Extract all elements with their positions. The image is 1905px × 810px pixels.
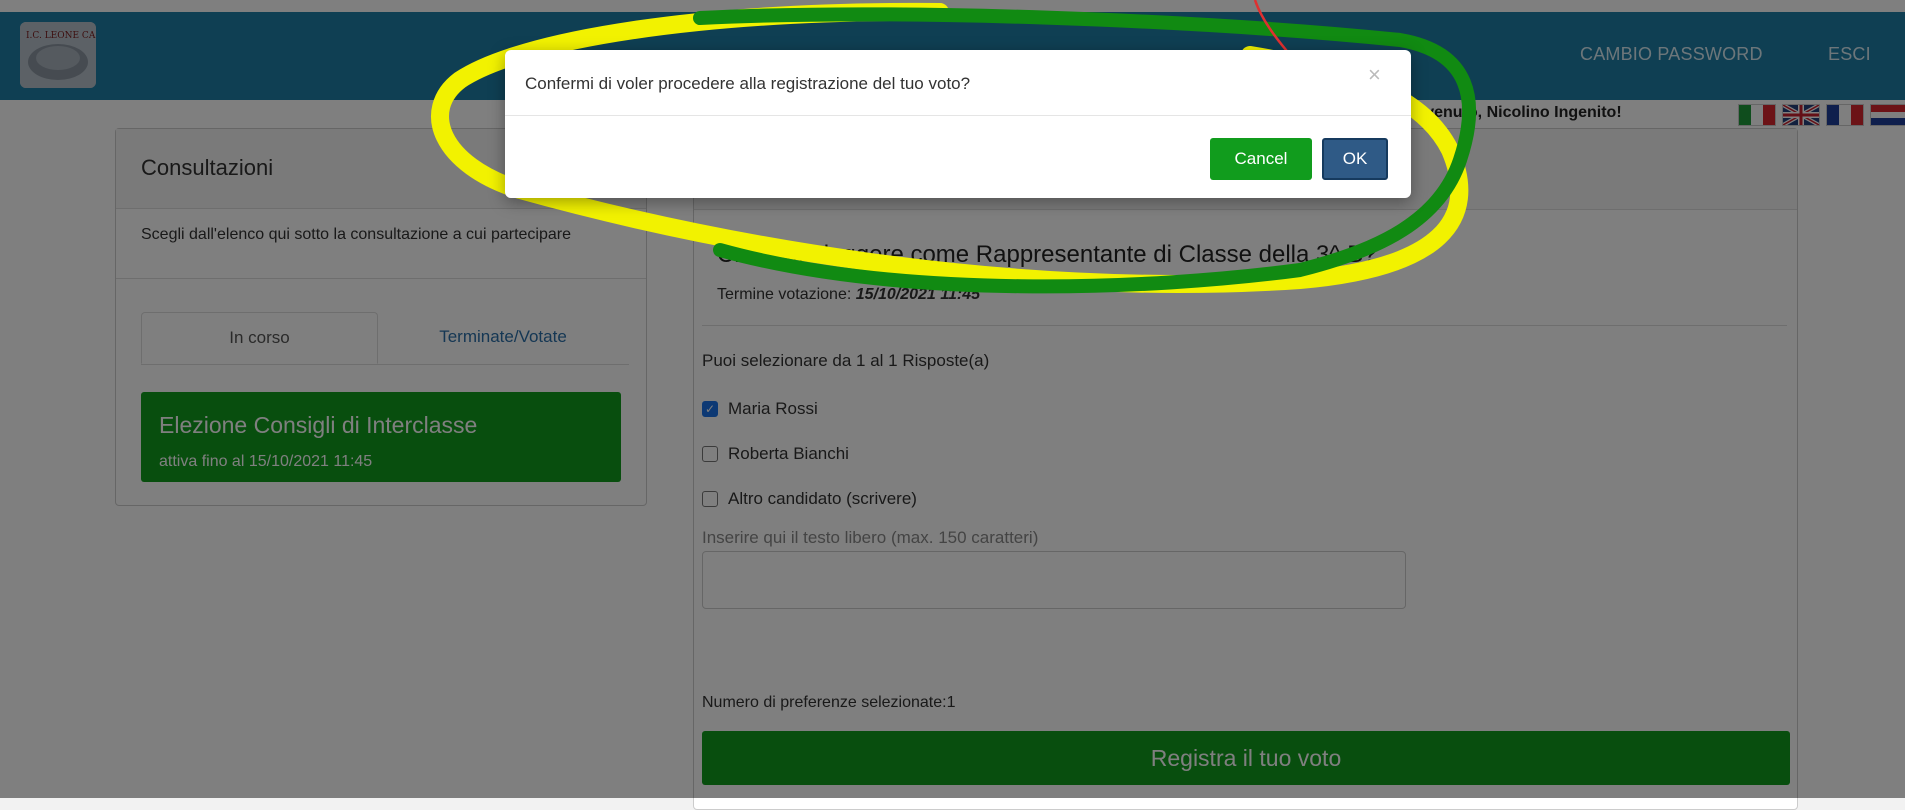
modal-divider [505, 115, 1411, 116]
confirm-message: Confermi di voler procedere alla registr… [525, 74, 971, 93]
confirm-dialog: Confermi di voler procedere alla registr… [505, 50, 1411, 198]
close-icon[interactable]: × [1368, 62, 1381, 88]
ok-button[interactable]: OK [1322, 138, 1388, 180]
cancel-button[interactable]: Cancel [1210, 138, 1312, 180]
